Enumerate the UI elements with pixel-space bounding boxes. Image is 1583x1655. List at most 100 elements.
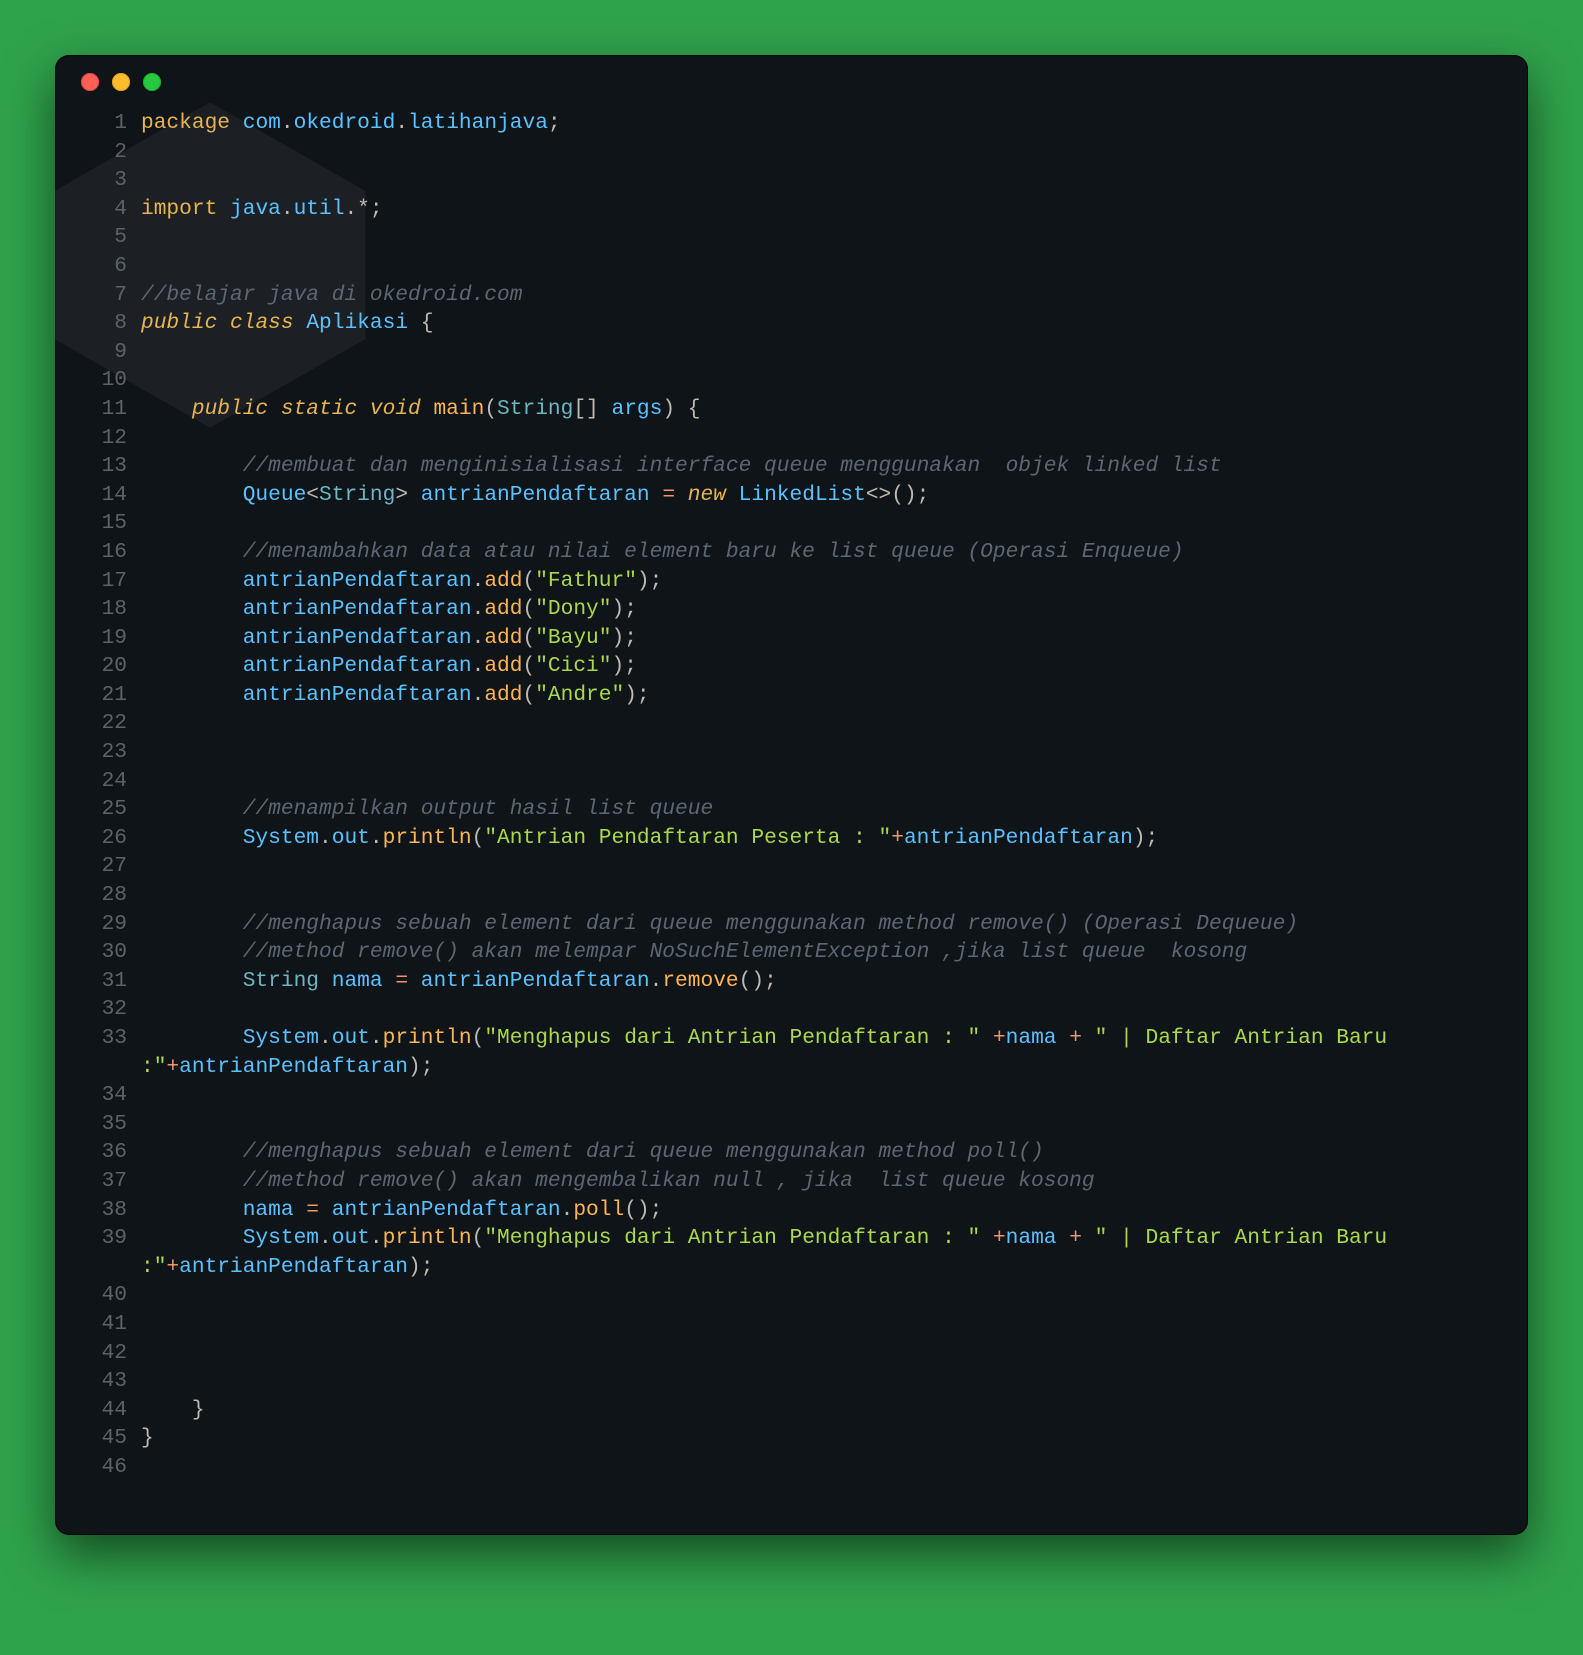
line-code[interactable] xyxy=(141,1339,1498,1368)
line-number: 15 xyxy=(85,509,141,538)
line-number: 36 xyxy=(85,1138,141,1167)
code-line: 15 xyxy=(85,509,1498,538)
code-line: 46 xyxy=(85,1453,1498,1482)
line-code[interactable]: public static void main(String[] args) { xyxy=(141,395,1498,424)
line-number: 12 xyxy=(85,424,141,453)
line-number: 6 xyxy=(85,252,141,281)
line-code[interactable] xyxy=(141,1310,1498,1339)
line-number: 24 xyxy=(85,767,141,796)
line-number: 2 xyxy=(85,138,141,167)
line-code[interactable] xyxy=(141,1367,1498,1396)
line-code[interactable]: import java.util.*; xyxy=(141,195,1498,224)
line-code[interactable] xyxy=(141,223,1498,252)
line-code[interactable]: antrianPendaftaran.add("Andre"); xyxy=(141,681,1498,710)
line-code[interactable]: //method remove() akan mengembalikan nul… xyxy=(141,1167,1498,1196)
line-code[interactable] xyxy=(141,252,1498,281)
line-code[interactable]: public class Aplikasi { xyxy=(141,309,1498,338)
line-number: 30 xyxy=(85,938,141,967)
line-code[interactable]: antrianPendaftaran.add("Cici"); xyxy=(141,652,1498,681)
code-line: 9 xyxy=(85,338,1498,367)
line-number: 31 xyxy=(85,967,141,996)
line-code[interactable] xyxy=(141,166,1498,195)
line-number: 39 xyxy=(85,1224,141,1253)
code-line: 14 Queue<String> antrianPendaftaran = ne… xyxy=(85,481,1498,510)
line-code[interactable] xyxy=(141,767,1498,796)
code-line: 19 antrianPendaftaran.add("Bayu"); xyxy=(85,624,1498,653)
code-line: 32 xyxy=(85,995,1498,1024)
line-code[interactable]: //method remove() akan melempar NoSuchEl… xyxy=(141,938,1498,967)
line-code[interactable] xyxy=(141,738,1498,767)
line-number: 27 xyxy=(85,852,141,881)
line-number: 44 xyxy=(85,1396,141,1425)
line-number: 22 xyxy=(85,709,141,738)
code-line: 6 xyxy=(85,252,1498,281)
code-line: 5 xyxy=(85,223,1498,252)
line-code[interactable] xyxy=(141,1081,1498,1110)
line-code[interactable]: //menghapus sebuah element dari queue me… xyxy=(141,1138,1498,1167)
code-line: 7//belajar java di okedroid.com xyxy=(85,281,1498,310)
line-number: 1 xyxy=(85,109,141,138)
line-number: 10 xyxy=(85,366,141,395)
line-number: 21 xyxy=(85,681,141,710)
code-line: 24 xyxy=(85,767,1498,796)
line-code[interactable]: Queue<String> antrianPendaftaran = new L… xyxy=(141,481,1498,510)
line-code[interactable]: //menghapus sebuah element dari queue me… xyxy=(141,910,1498,939)
line-code[interactable]: //membuat dan menginisialisasi interface… xyxy=(141,452,1498,481)
line-code[interactable]: System.out.println("Antrian Pendaftaran … xyxy=(141,824,1498,853)
window-minimize-dot[interactable] xyxy=(112,73,130,91)
line-number: 41 xyxy=(85,1310,141,1339)
line-number: 45 xyxy=(85,1424,141,1453)
line-number: 4 xyxy=(85,195,141,224)
line-code[interactable] xyxy=(141,366,1498,395)
line-code[interactable]: //belajar java di okedroid.com xyxy=(141,281,1498,310)
line-code[interactable]: package com.okedroid.latihanjava; xyxy=(141,109,1498,138)
line-code[interactable] xyxy=(141,1453,1498,1482)
line-code[interactable]: antrianPendaftaran.add("Dony"); xyxy=(141,595,1498,624)
line-code[interactable] xyxy=(141,852,1498,881)
code-line: 22 xyxy=(85,709,1498,738)
line-number: 19 xyxy=(85,624,141,653)
line-code[interactable] xyxy=(141,424,1498,453)
line-code[interactable]: nama = antrianPendaftaran.poll(); xyxy=(141,1196,1498,1225)
line-code[interactable] xyxy=(141,995,1498,1024)
line-code[interactable] xyxy=(141,1110,1498,1139)
code-line: 43 xyxy=(85,1367,1498,1396)
window-zoom-dot[interactable] xyxy=(143,73,161,91)
code-line: 35 xyxy=(85,1110,1498,1139)
line-number: 40 xyxy=(85,1281,141,1310)
code-line: 20 antrianPendaftaran.add("Cici"); xyxy=(85,652,1498,681)
code-line: 16 //menambahkan data atau nilai element… xyxy=(85,538,1498,567)
code-line: 10 xyxy=(85,366,1498,395)
code-line: 29 //menghapus sebuah element dari queue… xyxy=(85,910,1498,939)
line-code[interactable]: System.out.println("Menghapus dari Antri… xyxy=(141,1024,1498,1081)
code-line: 18 antrianPendaftaran.add("Dony"); xyxy=(85,595,1498,624)
line-number: 8 xyxy=(85,309,141,338)
line-code[interactable]: } xyxy=(141,1396,1498,1425)
line-number: 11 xyxy=(85,395,141,424)
line-code[interactable] xyxy=(141,881,1498,910)
line-code[interactable] xyxy=(141,338,1498,367)
code-line: 12 xyxy=(85,424,1498,453)
window-close-dot[interactable] xyxy=(81,73,99,91)
line-number: 20 xyxy=(85,652,141,681)
code-line: 28 xyxy=(85,881,1498,910)
code-line: 45} xyxy=(85,1424,1498,1453)
line-code[interactable] xyxy=(141,138,1498,167)
code-line: 8public class Aplikasi { xyxy=(85,309,1498,338)
code-area[interactable]: 1package com.okedroid.latihanjava;2 3 4i… xyxy=(55,109,1528,1502)
line-code[interactable]: //menambahkan data atau nilai element ba… xyxy=(141,538,1498,567)
line-code[interactable]: } xyxy=(141,1424,1498,1453)
line-code[interactable]: //menampilkan output hasil list queue xyxy=(141,795,1498,824)
code-line: 34 xyxy=(85,1081,1498,1110)
line-code[interactable]: antrianPendaftaran.add("Bayu"); xyxy=(141,624,1498,653)
code-line: 21 antrianPendaftaran.add("Andre"); xyxy=(85,681,1498,710)
code-line: 13 //membuat dan menginisialisasi interf… xyxy=(85,452,1498,481)
line-code[interactable] xyxy=(141,709,1498,738)
line-code[interactable]: String nama = antrianPendaftaran.remove(… xyxy=(141,967,1498,996)
line-number: 23 xyxy=(85,738,141,767)
line-code[interactable]: antrianPendaftaran.add("Fathur"); xyxy=(141,567,1498,596)
line-code[interactable]: System.out.println("Menghapus dari Antri… xyxy=(141,1224,1498,1281)
code-line: 17 antrianPendaftaran.add("Fathur"); xyxy=(85,567,1498,596)
line-code[interactable] xyxy=(141,1281,1498,1310)
line-code[interactable] xyxy=(141,509,1498,538)
